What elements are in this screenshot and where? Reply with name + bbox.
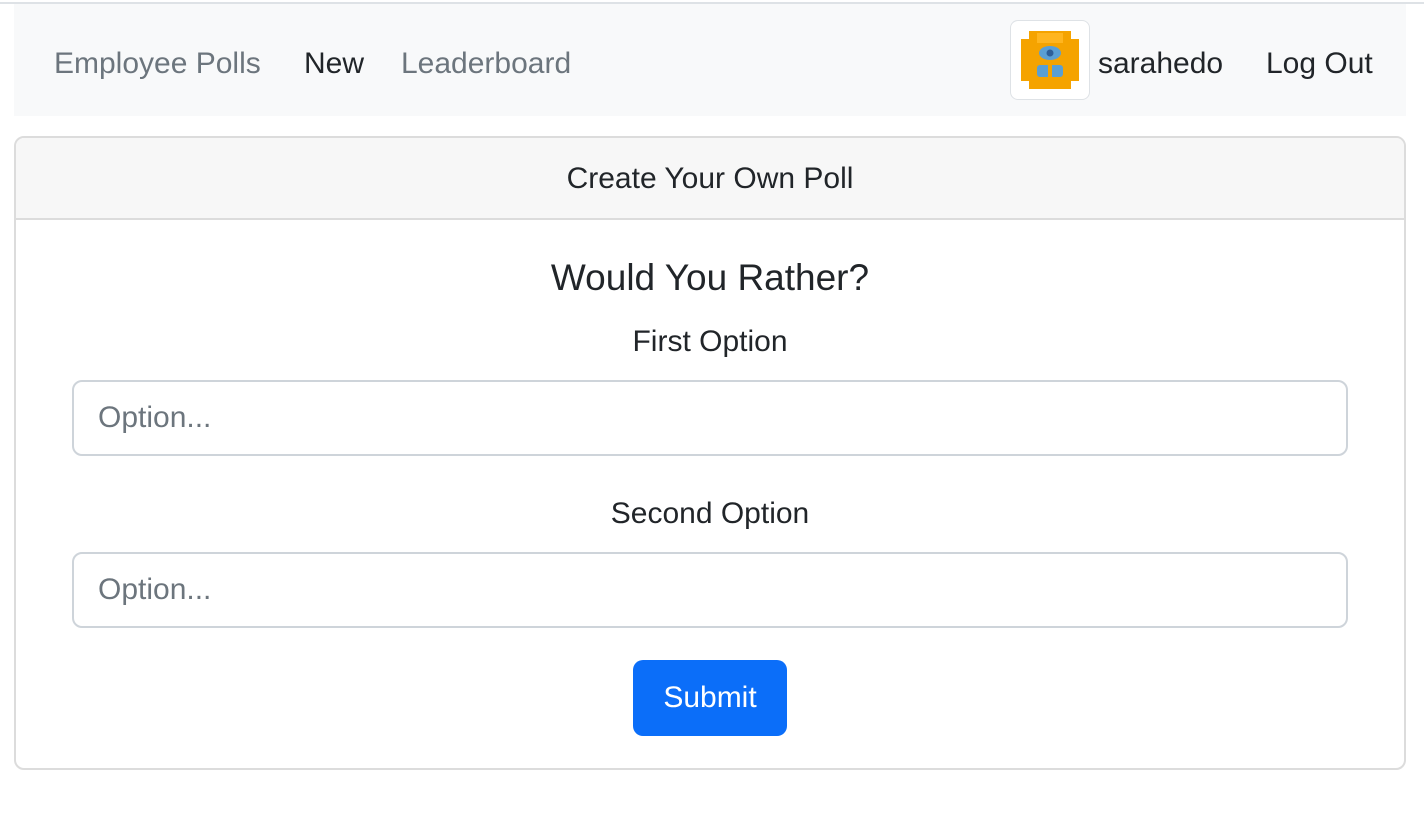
submit-button[interactable]: Submit bbox=[633, 660, 787, 736]
nav-link-leaderboard[interactable]: Leaderboard bbox=[401, 44, 571, 84]
card-header: Create Your Own Poll bbox=[16, 138, 1404, 220]
second-option-input[interactable] bbox=[72, 552, 1348, 628]
user-avatar-icon bbox=[1021, 31, 1079, 89]
first-option-input[interactable] bbox=[72, 380, 1348, 456]
nav-brand-employee-polls[interactable]: Employee Polls bbox=[54, 44, 261, 84]
nav-username: sarahedo bbox=[1098, 47, 1224, 80]
poll-title: Would You Rather? bbox=[550, 257, 870, 298]
first-option-label: First Option bbox=[632, 325, 788, 358]
second-option-label: Second Option bbox=[610, 497, 810, 530]
logout-link[interactable]: Log Out bbox=[1266, 44, 1373, 84]
navbar: Employee Polls New Leaderboard sarahedo … bbox=[14, 4, 1406, 116]
nav-link-new[interactable]: New bbox=[304, 44, 364, 84]
avatar bbox=[1010, 20, 1090, 100]
create-poll-card: Create Your Own Poll Would You Rather? F… bbox=[14, 136, 1406, 770]
